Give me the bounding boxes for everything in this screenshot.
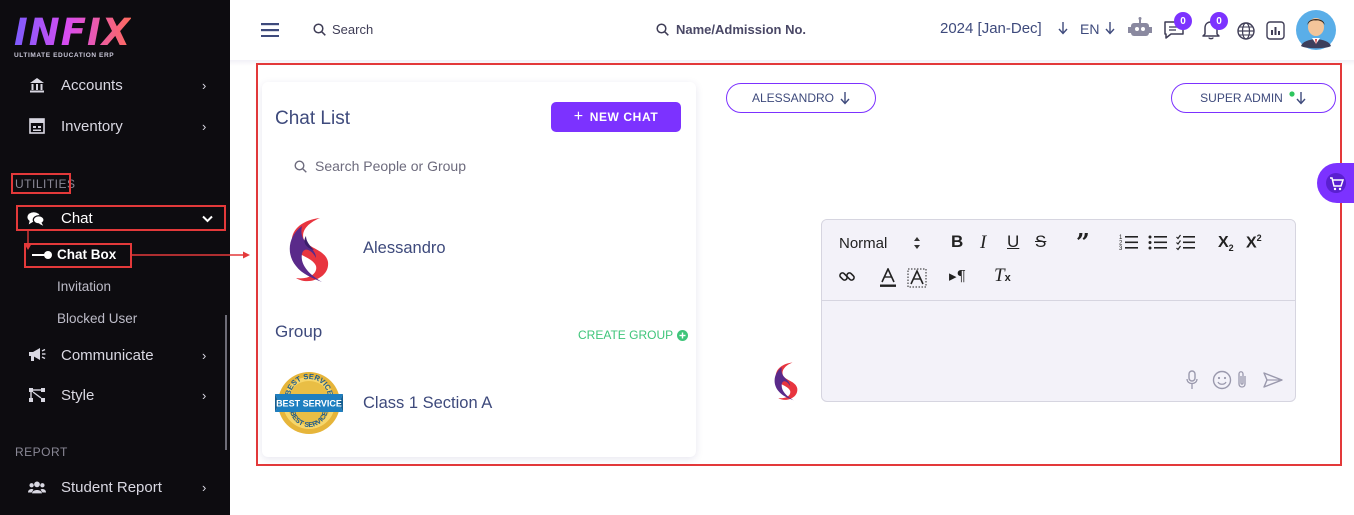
- inventory-icon: [28, 117, 46, 135]
- sidebar-item-label: Student Report: [61, 478, 162, 496]
- message-editor: Normal B I U S ” 123 X2 X2 ▸¶ Tx: [821, 219, 1296, 402]
- emoji-icon[interactable]: [1212, 370, 1232, 390]
- megaphone-icon: [28, 346, 46, 364]
- chevron-right-icon: ›: [202, 347, 207, 363]
- chevron-right-icon: ›: [202, 77, 207, 93]
- chevron-right-icon: ›: [202, 479, 207, 495]
- new-chat-label: NEW CHAT: [589, 110, 659, 124]
- sidebar-item-label: Inventory: [61, 117, 123, 135]
- contact-avatar: [289, 218, 329, 282]
- svg-text:3: 3: [1119, 246, 1123, 251]
- checklist-icon[interactable]: [1176, 233, 1196, 251]
- microphone-icon[interactable]: [1186, 370, 1198, 390]
- sidebar-sub-item-blocked-user[interactable]: Blocked User: [57, 311, 137, 326]
- cart-icon: [1330, 177, 1344, 191]
- bullet-list-icon[interactable]: [1148, 233, 1168, 251]
- arrow-down-icon: [1105, 22, 1115, 35]
- italic-icon[interactable]: I: [980, 232, 986, 254]
- sidebar-item-style[interactable]: Style ›: [0, 380, 230, 410]
- chevron-right-icon: ›: [202, 387, 207, 403]
- online-status-icon: [1289, 91, 1306, 105]
- status-selector[interactable]: SUPER ADMIN: [1171, 83, 1336, 113]
- new-chat-button[interactable]: + NEW CHAT: [551, 102, 681, 132]
- plus-icon: +: [573, 108, 584, 125]
- session-selector[interactable]: 2024 [Jan-Dec]: [940, 20, 1042, 37]
- search-icon: [313, 23, 326, 36]
- sidebar-item-accounts[interactable]: Accounts ›: [0, 70, 230, 100]
- search-placeholder: Search People or Group: [315, 158, 466, 174]
- send-icon[interactable]: [1263, 372, 1283, 388]
- admission-search-input[interactable]: Name/Admission No.: [676, 22, 806, 37]
- arrow-down-icon: [1058, 22, 1068, 35]
- recipient-selector[interactable]: ALESSANDRO: [726, 83, 876, 113]
- arrow-down-icon: [840, 91, 850, 105]
- chat-list-card: Chat List + NEW CHAT Search People or Gr…: [262, 82, 696, 457]
- badge-ribbon-text: BEST SERVICE: [276, 399, 342, 409]
- link-icon[interactable]: [838, 268, 856, 286]
- create-group-button[interactable]: CREATE GROUP: [578, 328, 689, 342]
- sidebar-item-inventory[interactable]: Inventory ›: [0, 111, 230, 141]
- search-icon: [656, 23, 669, 36]
- search-icon: [294, 159, 307, 173]
- pointer-arrow: [132, 251, 250, 259]
- logo-tagline: ULTIMATE EDUCATION ERP: [14, 52, 115, 59]
- sidebar-item-communicate[interactable]: Communicate ›: [0, 340, 230, 370]
- chevron-right-icon: ›: [202, 118, 207, 134]
- logo-wordmark: INFIX: [14, 11, 132, 54]
- chat-count-badge: 0: [1174, 12, 1192, 30]
- language-selector[interactable]: EN: [1080, 21, 1099, 37]
- users-icon: [28, 478, 46, 496]
- editor-toolbar: Normal B I U S ” 123 X2 X2 ▸¶ Tx: [822, 220, 1295, 301]
- select-arrows-icon: [914, 237, 920, 249]
- sidebar-sub-item-chat-box[interactable]: Chat Box: [57, 247, 116, 262]
- group-list-item[interactable]: BEST SERVICE BEST SERVICE BEST SERVICE C…: [262, 368, 696, 438]
- app-logo[interactable]: INFIX ULTIMATE EDUCATION ERP: [14, 11, 132, 60]
- bank-icon: [28, 76, 46, 94]
- highlight-box: [11, 173, 71, 194]
- robot-icon[interactable]: [1128, 17, 1152, 39]
- topbar-search[interactable]: Search: [332, 22, 373, 37]
- bold-icon[interactable]: B: [951, 232, 963, 252]
- clear-format-icon[interactable]: Tx: [994, 265, 1011, 287]
- notification-count-badge: 0: [1210, 12, 1228, 30]
- strikethrough-icon[interactable]: S: [1035, 232, 1046, 252]
- user-avatar[interactable]: [1296, 10, 1336, 50]
- floating-cart-button[interactable]: [1317, 163, 1354, 203]
- globe-icon[interactable]: [1237, 22, 1255, 40]
- sender-avatar: [774, 362, 798, 401]
- create-group-label: CREATE GROUP: [578, 328, 674, 342]
- subscript-icon[interactable]: X2: [1218, 234, 1234, 253]
- sidebar-item-label: Communicate: [61, 346, 154, 364]
- people-search-input[interactable]: Search People or Group: [294, 158, 466, 174]
- background-color-icon[interactable]: [907, 268, 927, 288]
- group-avatar: BEST SERVICE BEST SERVICE BEST SERVICE: [275, 372, 343, 434]
- section-label-report: REPORT: [15, 445, 68, 459]
- superscript-icon[interactable]: X2: [1246, 233, 1262, 252]
- attachment-icon[interactable]: [1236, 370, 1248, 390]
- sidebar-sub-item-invitation[interactable]: Invitation: [57, 279, 111, 294]
- top-bar: Search Name/Admission No. 2024 [Jan-Dec]…: [230, 0, 1354, 60]
- plus-circle-icon: [677, 329, 689, 341]
- dashboard-chart-icon[interactable]: [1266, 21, 1285, 40]
- text-direction-icon[interactable]: ▸¶: [949, 267, 966, 285]
- underline-icon[interactable]: U: [1007, 232, 1019, 252]
- blockquote-icon[interactable]: ”: [1076, 228, 1090, 257]
- recipient-name: ALESSANDRO: [751, 91, 835, 105]
- ordered-list-icon[interactable]: 123: [1119, 233, 1139, 251]
- sidebar-item-label: Accounts: [61, 76, 123, 94]
- sidebar-item-student-report[interactable]: Student Report ›: [0, 472, 230, 502]
- contact-name: Alessandro: [363, 239, 446, 257]
- sidebar-item-label: Style: [61, 386, 95, 404]
- active-dot-icon: [32, 251, 52, 259]
- contact-list-item[interactable]: Alessandro: [262, 212, 696, 292]
- user-role: SUPER ADMIN: [1200, 91, 1283, 105]
- format-select[interactable]: Normal: [839, 235, 887, 252]
- group-section-title: Group: [275, 322, 323, 341]
- chat-list-title: Chat List: [275, 108, 350, 129]
- group-name: Class 1 Section A: [363, 394, 493, 412]
- highlight-box: [16, 205, 226, 231]
- style-icon: [28, 386, 46, 404]
- hamburger-menu-icon[interactable]: [261, 23, 279, 37]
- text-color-icon[interactable]: [879, 268, 897, 288]
